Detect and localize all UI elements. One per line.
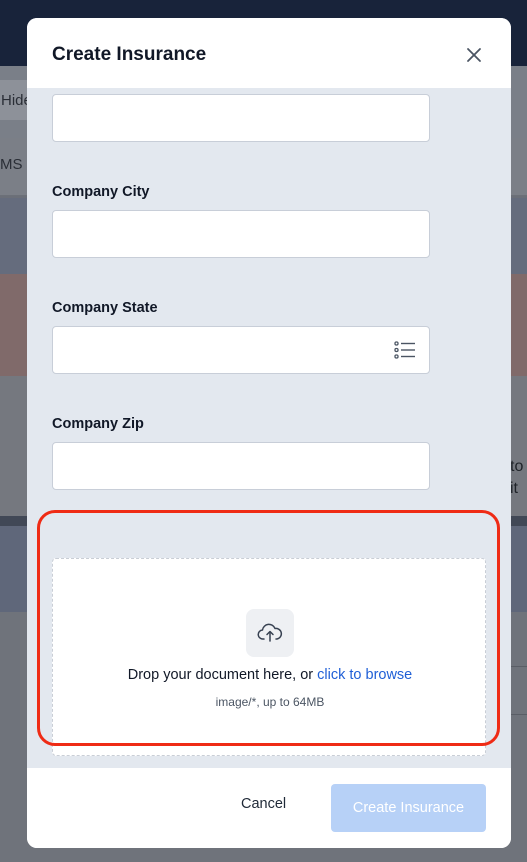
cloud-upload-icon xyxy=(257,623,283,642)
create-insurance-button[interactable]: Create Insurance xyxy=(331,784,486,832)
company-city-label: Company City xyxy=(52,184,150,200)
modal-body: Company City Company State Company Zip D… xyxy=(27,88,511,768)
company-zip-input[interactable] xyxy=(52,442,430,490)
list-icon xyxy=(394,341,415,359)
tab-fragment: MS xyxy=(0,156,23,173)
modal-title: Create Insurance xyxy=(52,44,207,65)
company-state-label: Company State xyxy=(52,300,158,316)
document-dropzone[interactable]: Drop your document here, or click to bro… xyxy=(52,558,486,756)
app-row-line xyxy=(510,714,527,715)
dropzone-instruction: Drop your document here, or xyxy=(127,667,318,683)
company-address-input[interactable] xyxy=(52,94,430,142)
side-text-line2: it xyxy=(510,480,518,497)
browse-link[interactable]: click to browse xyxy=(317,667,412,683)
modal-footer: Cancel Create Insurance xyxy=(27,768,511,848)
dropzone-text: Drop your document here, or click to bro… xyxy=(53,667,487,683)
cancel-button[interactable]: Cancel xyxy=(241,796,286,812)
create-insurance-modal: Create Insurance Company City Company St… xyxy=(27,18,511,848)
close-button[interactable] xyxy=(461,42,487,68)
close-icon xyxy=(467,48,481,62)
company-city-input[interactable] xyxy=(52,210,430,258)
dropzone-hint: image/*, up to 64MB xyxy=(215,695,325,709)
app-side-text: to it xyxy=(510,456,523,500)
modal-header: Create Insurance xyxy=(27,18,511,88)
company-state-select[interactable] xyxy=(52,326,430,374)
app-row-line xyxy=(510,666,527,667)
side-text-line1: to xyxy=(510,458,524,475)
company-zip-label: Company Zip xyxy=(52,416,144,432)
upload-icon-box xyxy=(246,609,294,657)
